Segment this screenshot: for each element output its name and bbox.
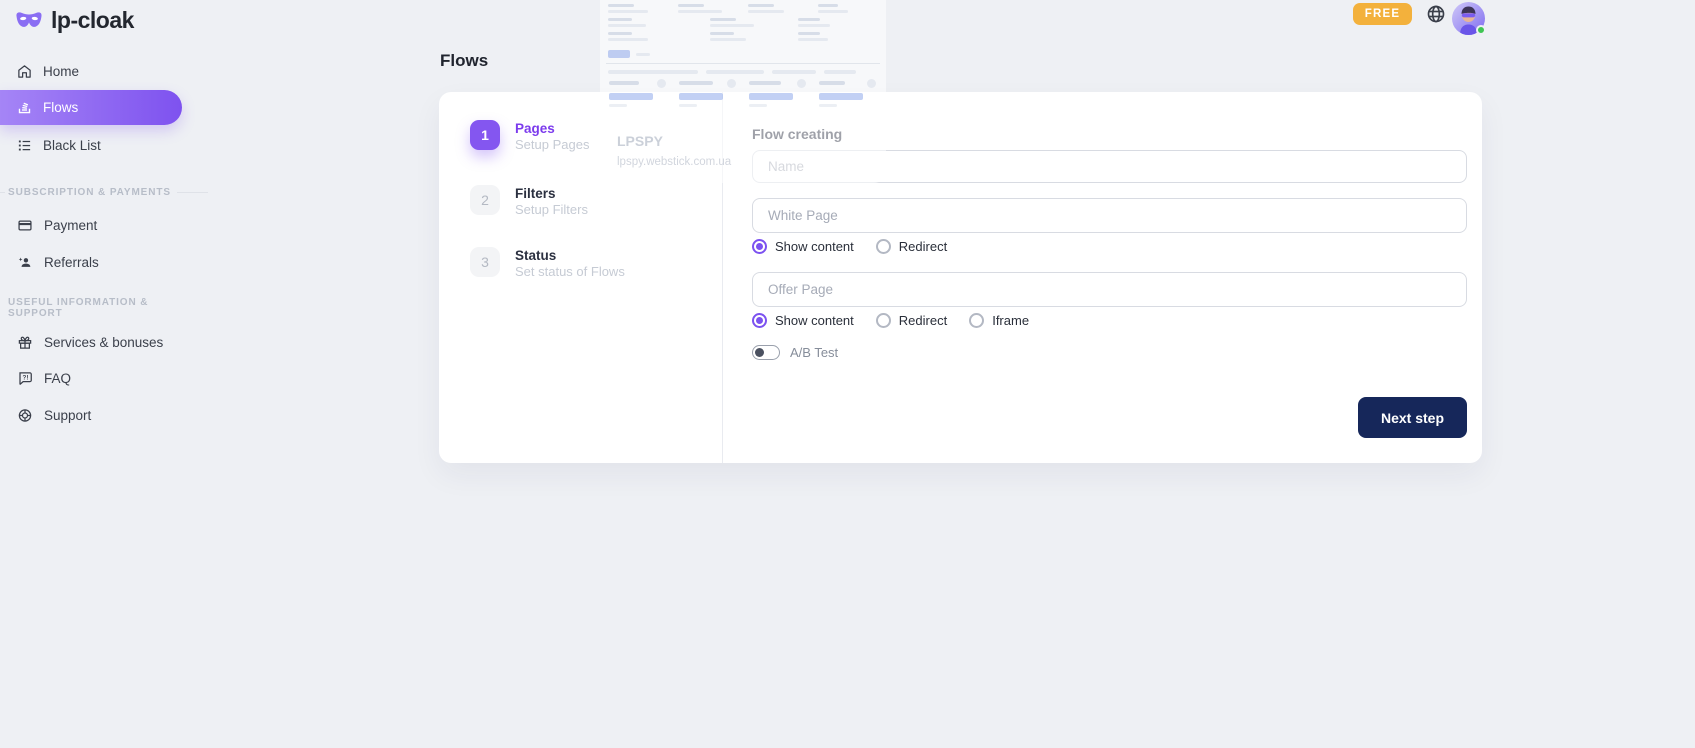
radio-label: Show content — [775, 239, 854, 254]
section-title: SUBSCRIPTION & PAYMENTS — [8, 187, 171, 198]
ab-test-toggle-row[interactable]: A/B Test — [752, 345, 838, 360]
white-page-input[interactable] — [752, 198, 1467, 233]
ab-test-label: A/B Test — [790, 345, 838, 360]
language-globe-icon[interactable] — [1426, 4, 1446, 24]
plan-badge-button[interactable]: FREE — [1353, 3, 1412, 25]
step-subtitle: Setup Filters — [515, 202, 588, 218]
radio-label: Iframe — [992, 313, 1029, 328]
sidebar-item-label: FAQ — [44, 371, 71, 386]
section-title: USEFUL INFORMATION & SUPPORT — [8, 297, 202, 319]
sidebar-item-black-list[interactable]: Black List — [17, 131, 217, 159]
radio-offer-redirect[interactable]: Redirect — [876, 313, 947, 328]
step-number-badge: 1 — [470, 120, 500, 150]
step-title: Status — [515, 248, 625, 264]
gift-icon — [17, 335, 33, 350]
wizard-step-pages[interactable]: 1 Pages Setup Pages — [470, 120, 589, 153]
sidebar-item-services[interactable]: Services & bonuses — [17, 328, 217, 356]
app-root: lp-cloak Home Flows Black List SUBSCRIPT… — [0, 0, 1695, 748]
form-title: Flow creating — [752, 126, 842, 142]
flow-wizard-card: 1 Pages Setup Pages 2 Filters Setup Filt… — [439, 92, 1482, 463]
sidebar-item-label: Referrals — [44, 255, 99, 270]
list-icon — [17, 138, 32, 153]
ab-test-toggle[interactable] — [752, 345, 780, 360]
sidebar-item-home[interactable]: Home — [17, 57, 217, 85]
sidebar-item-label: Services & bonuses — [44, 335, 163, 350]
sidebar-section-support: USEFUL INFORMATION & SUPPORT — [8, 300, 208, 316]
wizard-step-filters[interactable]: 2 Filters Setup Filters — [470, 185, 588, 218]
step-number-badge: 2 — [470, 185, 500, 215]
sidebar-item-payment[interactable]: Payment — [17, 211, 217, 239]
sidebar-item-referrals[interactable]: Referrals — [17, 248, 217, 276]
white-page-mode-group: Show content Redirect — [752, 238, 947, 254]
next-step-button[interactable]: Next step — [1358, 397, 1467, 438]
radio-label: Redirect — [899, 239, 947, 254]
radio-unselected-icon — [876, 313, 891, 328]
radio-unselected-icon — [969, 313, 984, 328]
radio-offer-show-content[interactable]: Show content — [752, 313, 854, 328]
page-title: Flows — [440, 51, 488, 71]
offer-page-mode-group: Show content Redirect Iframe — [752, 312, 1029, 328]
radio-white-redirect[interactable]: Redirect — [876, 239, 947, 254]
sidebar-item-label: Black List — [43, 138, 101, 153]
wizard-step-status[interactable]: 3 Status Set status of Flows — [470, 247, 625, 280]
radio-offer-iframe[interactable]: Iframe — [969, 313, 1029, 328]
brand-name: lp-cloak — [51, 7, 134, 34]
flow-name-input[interactable] — [752, 150, 1467, 183]
radio-white-show-content[interactable]: Show content — [752, 239, 854, 254]
sidebar-item-faq[interactable]: ?! FAQ — [17, 364, 217, 392]
sidebar-item-label: Flows — [43, 100, 78, 115]
mask-icon — [15, 9, 43, 33]
radio-label: Redirect — [899, 313, 947, 328]
radio-selected-icon — [752, 313, 767, 328]
step-number-badge: 3 — [470, 247, 500, 277]
flows-icon — [17, 100, 32, 115]
step-title: Filters — [515, 186, 588, 202]
radio-selected-icon — [752, 239, 767, 254]
step-subtitle: Set status of Flows — [515, 264, 625, 280]
brand-logo[interactable]: lp-cloak — [15, 7, 134, 34]
credit-card-icon — [17, 218, 33, 233]
radio-label: Show content — [775, 313, 854, 328]
radio-unselected-icon — [876, 239, 891, 254]
card-divider — [722, 92, 723, 463]
sidebar-item-flows[interactable]: Flows — [0, 90, 182, 125]
online-status-dot — [1476, 25, 1486, 35]
sidebar-item-label: Payment — [44, 218, 97, 233]
offer-page-input[interactable] — [752, 272, 1467, 307]
sidebar-item-label: Home — [43, 64, 79, 79]
lifebuoy-icon — [17, 408, 33, 423]
step-subtitle: Setup Pages — [515, 137, 589, 153]
svg-text:?!: ?! — [23, 374, 29, 381]
user-avatar[interactable] — [1452, 2, 1485, 35]
faq-bubble-icon: ?! — [17, 371, 33, 386]
person-add-icon — [17, 255, 33, 270]
sidebar-item-label: Support — [44, 408, 91, 423]
step-title: Pages — [515, 121, 589, 137]
sidebar-item-support[interactable]: Support — [17, 401, 217, 429]
sidebar-section-subscription: SUBSCRIPTION & PAYMENTS — [8, 184, 208, 200]
home-icon — [17, 64, 32, 79]
